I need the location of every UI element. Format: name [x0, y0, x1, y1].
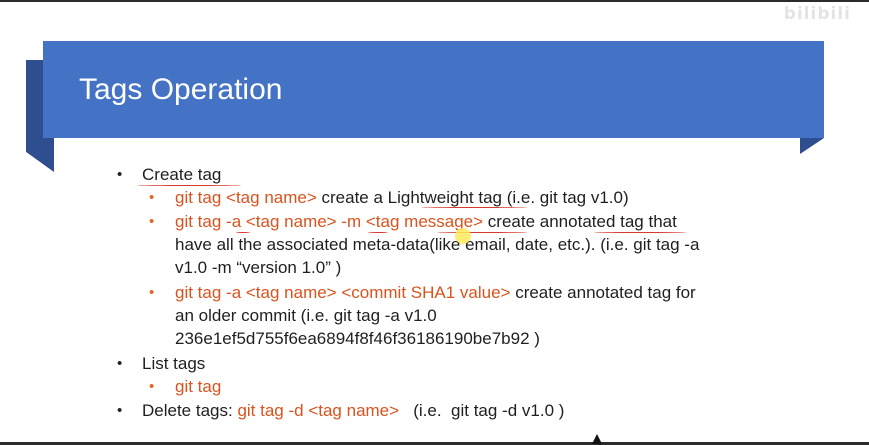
create-older-commit-item: git tag -a <tag name> <commit SHA1 value… [175, 281, 696, 304]
create-annotated-line2: have all the associated meta-data(like e… [175, 235, 700, 254]
command-text: git tag -d <tag name> [237, 401, 400, 420]
delete-tags-item: Delete tags: git tag -d <tag name> (i.e.… [142, 399, 564, 422]
description-text: create annotated tag that [483, 212, 677, 231]
create-tag-heading: Create tag [142, 165, 222, 184]
command-text: git tag <tag name> [175, 188, 317, 207]
description-text: create a Lightweight tag (i.e. git tag v… [316, 188, 629, 207]
annotation-underline [368, 232, 388, 233]
sub-bullet: • [149, 378, 155, 395]
bullet: • [117, 355, 123, 372]
slide-content: • Create tag • git tag <tag name> create… [0, 0, 869, 445]
mouse-pointer-icon [592, 434, 602, 444]
create-annotated-item: git tag -a <tag name> -m <tag message> c… [175, 210, 677, 233]
create-older-commit-line2: an older commit (i.e. git tag -a v1.0 [175, 306, 437, 325]
create-annotated-line3: v1.0 -m “version 1.0” ) [175, 258, 342, 277]
sub-bullet: • [149, 213, 155, 230]
annotation-underline [594, 232, 686, 233]
description-text: (i.e. git tag -d v1.0 ) [399, 401, 565, 420]
bullet: • [117, 402, 123, 419]
command-text: git tag -a <tag name> <commit SHA1 value… [175, 283, 511, 302]
command-text: git tag -a <tag name> -m <tag message> [175, 212, 484, 231]
description-text: create annotated tag for [510, 283, 696, 302]
delete-tags-label: Delete tags: [142, 401, 238, 420]
create-lightweight-item: git tag <tag name> create a Lightweight … [175, 186, 629, 209]
sub-bullet: • [149, 189, 155, 206]
annotation-underline [437, 232, 527, 233]
list-tags-heading: List tags [142, 354, 206, 373]
bullet: • [117, 166, 123, 183]
cursor-highlight [455, 228, 471, 244]
annotation-underline [421, 207, 527, 208]
sub-bullet: • [149, 284, 155, 301]
list-tags-command: git tag [175, 377, 222, 396]
create-older-commit-line3: 236e1ef5d755f6ea6894f8f46f36186190be7b92… [175, 329, 540, 348]
annotation-underline [236, 232, 250, 233]
